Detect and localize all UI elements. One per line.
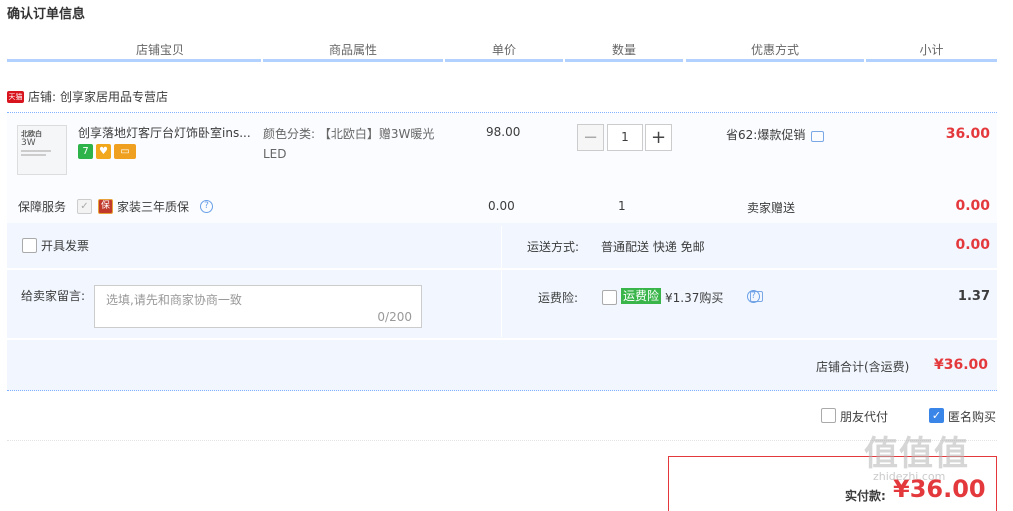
product-thumbnail[interactable]: 北欧白 3W [17,125,67,175]
insurance-label: 运费险: [538,291,579,305]
item-subtotal: 36.00 [945,126,990,142]
insurance-cost: 1.37 [957,289,990,304]
service-quantity: 1 [618,199,626,213]
invoice-label: 开具发票 [41,239,90,253]
shop-label: 店铺: [28,90,57,104]
header-underline [686,59,864,62]
message-label: 给卖家留言: [21,289,86,303]
column-header-subtotal: 小计 [919,43,944,57]
divider [501,226,502,337]
quantity-decrease-button[interactable]: − [577,124,604,151]
header-underline [7,59,261,62]
chat-icon[interactable] [811,131,824,142]
service-checkbox[interactable]: ✓ [77,199,92,214]
attribute-line: 颜色分类: 【北欧白】赠3W暖光 [263,127,435,141]
service-price: 0.00 [488,199,515,213]
message-textarea[interactable]: 选填,请先和商家协商一致 0/200 [94,285,422,328]
service-label: 保障服务 [18,200,67,214]
shop-total-label: 店铺合计(含运费) [816,360,910,374]
seven-day-return-icon: 7 [78,144,93,159]
column-header-attributes: 商品属性 [328,43,377,57]
page-title: 确认订单信息 [7,7,86,22]
delivery-cost: 0.00 [955,237,990,253]
message-counter: 0/200 [377,310,412,324]
divider [7,390,997,391]
shop-total-value: ¥36.00 [934,357,989,373]
product-badges: 7 ♥ ▭ [78,144,136,159]
delivery-label: 运送方式: [527,240,580,254]
divider [7,440,997,441]
header-underline [445,59,563,62]
service-subtotal: 0.00 [955,198,990,214]
warranty-icon: 保 [98,199,113,214]
thumbnail-graphic [21,150,51,152]
product-attributes: 颜色分类: 【北欧白】赠3W暖光 LED [263,124,453,164]
delivery-method: 普通配送 快递 免邮 [601,240,705,254]
column-header-shop-item: 店铺宝贝 [135,43,184,57]
divider [7,268,997,270]
quantity-increase-button[interactable]: + [645,124,672,151]
message-placeholder: 选填,请先和商家协商一致 [106,293,242,307]
unit-price: 98.00 [486,125,521,139]
column-header-unit-price: 单价 [491,43,516,57]
help-icon[interactable]: ? [200,200,213,213]
friend-pay-checkbox[interactable] [821,408,836,423]
product-title-link[interactable]: 创享落地灯客厅台灯饰卧室ins... [78,124,253,141]
column-header-discount: 优惠方式 [750,43,799,57]
promotion-text: 省62:爆款促销 [726,128,806,142]
anonymous-label: 匿名购买 [948,410,997,424]
divider [7,338,997,340]
quantity-input[interactable]: 1 [607,124,643,151]
service-promo: 卖家赠送 [747,201,796,215]
service-name: 家装三年质保 [117,200,190,214]
shop-row: 天猫 店铺: 创享家居用品专营店 [7,88,168,105]
insurance-tag: 运费险 [621,288,662,304]
anonymous-checkbox[interactable]: ✓ [929,408,944,423]
friend-pay-label: 朋友代付 [840,410,889,424]
attribute-line: LED [263,147,287,161]
column-header-quantity: 数量 [611,43,636,57]
header-underline [866,59,997,62]
site-watermark-url: zhidezhi.com [873,470,946,483]
credit-card-icon: ▭ [114,144,136,159]
header-underline [263,59,443,62]
header-underline [565,59,683,62]
thumbnail-caption: 3W [21,138,36,148]
tmall-icon: 天猫 [7,90,24,103]
site-watermark: 值值值 [864,434,969,474]
invoice-checkbox[interactable] [22,238,37,253]
payment-label: 实付款: [845,489,886,503]
guarantee-icon: ♥ [96,144,111,159]
insurance-price: ¥1.37购买 [665,291,724,305]
insurance-checkbox[interactable] [602,290,617,305]
shop-name-link[interactable]: 创享家居用品专营店 [60,88,168,105]
thumbnail-graphic [21,154,46,156]
help-icon[interactable]: ? [747,290,760,303]
